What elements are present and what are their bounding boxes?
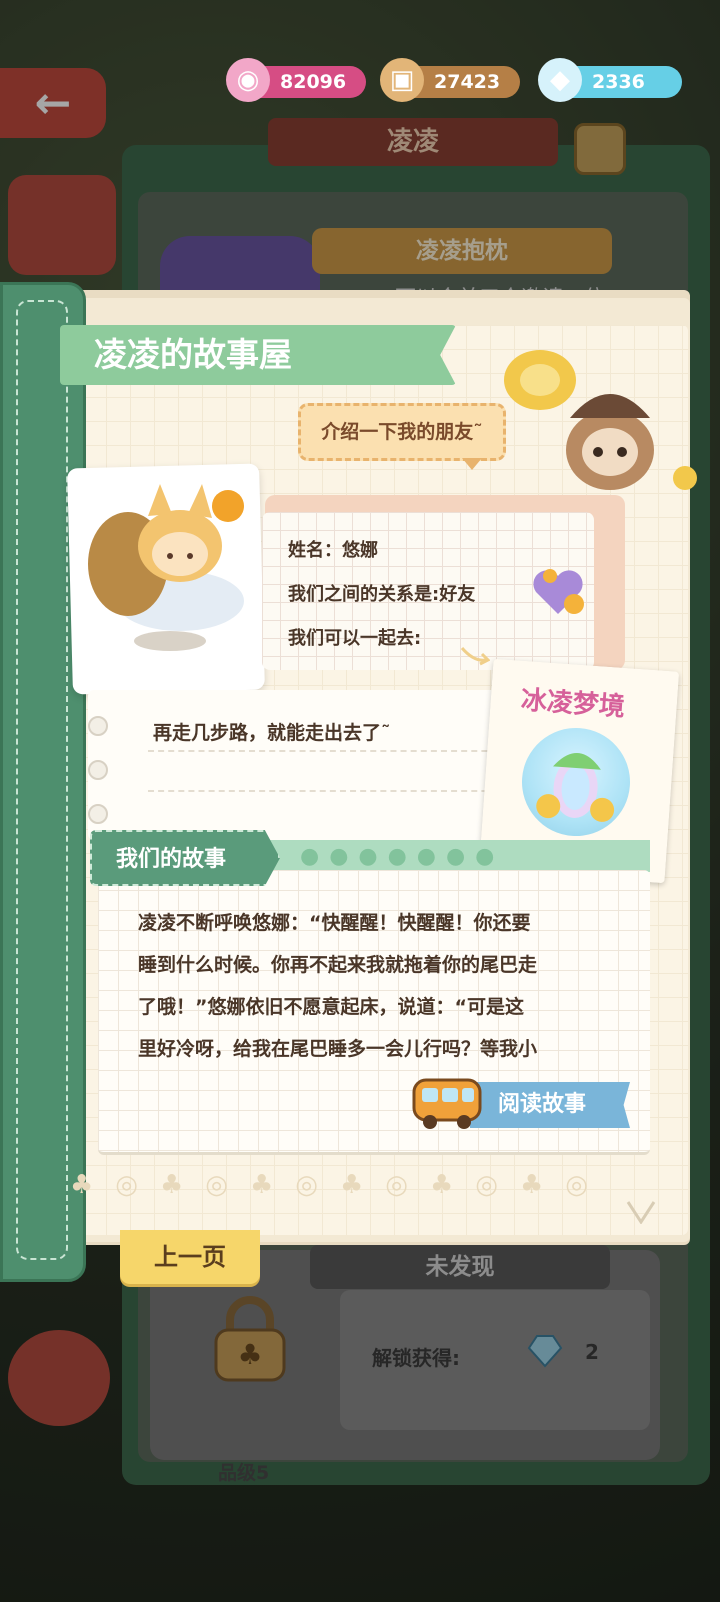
wood-counter: ▣ 27423 — [380, 58, 520, 102]
bus-icon — [412, 1078, 482, 1129]
story-line: 里好冷呀，给我在尾巴睡多一会儿行吗？等我小 — [138, 1038, 538, 1060]
speech-bubble: 介绍一下我的朋友˜ — [298, 403, 506, 461]
mascot-character-icon — [504, 350, 697, 490]
story-line: 睡到什么时候。你再不起来我就拖着你的尾巴走 — [138, 954, 538, 976]
gem-counter[interactable]: ◆ 2336 — [538, 58, 682, 102]
page-corner-fold — [626, 1201, 656, 1224]
wood-value: 27423 — [434, 71, 501, 93]
wood-log-icon: ▣ — [380, 58, 424, 102]
notebook-ring — [88, 804, 108, 824]
potion-value: 82096 — [280, 71, 347, 93]
previous-page-button[interactable]: 上一页 — [120, 1230, 260, 1284]
notebook-ring — [88, 760, 108, 780]
notebook-ring — [88, 716, 108, 736]
gem-value: 2336 — [592, 71, 645, 93]
friend-destination-label: 我们可以一起去: — [288, 628, 422, 649]
arrow-icon — [460, 647, 490, 666]
heart-duck-icon — [533, 569, 584, 614]
potion-counter: ◉ 82096 — [226, 58, 366, 102]
gem-icon: ◆ — [538, 58, 582, 102]
book-stitching — [16, 300, 68, 1260]
friend-character-icon — [88, 484, 244, 651]
read-story-button[interactable]: 阅读故事 — [470, 1082, 630, 1128]
book-title: 凌凌的故事屋 — [60, 325, 456, 385]
story-section-tab: 我们的故事 — [90, 830, 280, 886]
friend-name: 姓名：悠娜 — [288, 540, 378, 561]
book-footer-pattern: ♣◎♣◎♣◎♣◎♣◎♣◎ — [70, 1170, 610, 1200]
story-line: 凌凌不断呼唤悠娜：“快醒醒！快醒醒！你还要 — [138, 912, 531, 934]
potion-jar-icon: ◉ — [226, 58, 270, 102]
friend-relation: 我们之间的关系是:好友 — [288, 584, 476, 605]
note-text: 再走几步路，就能走出去了˜ — [153, 722, 391, 744]
speech-bubble-tail — [462, 458, 482, 470]
decorative-dots: ●●●●●●● — [300, 844, 505, 869]
story-line: 了哦！”悠娜依旧不愿意起床，说道：“可是这 — [138, 996, 524, 1018]
